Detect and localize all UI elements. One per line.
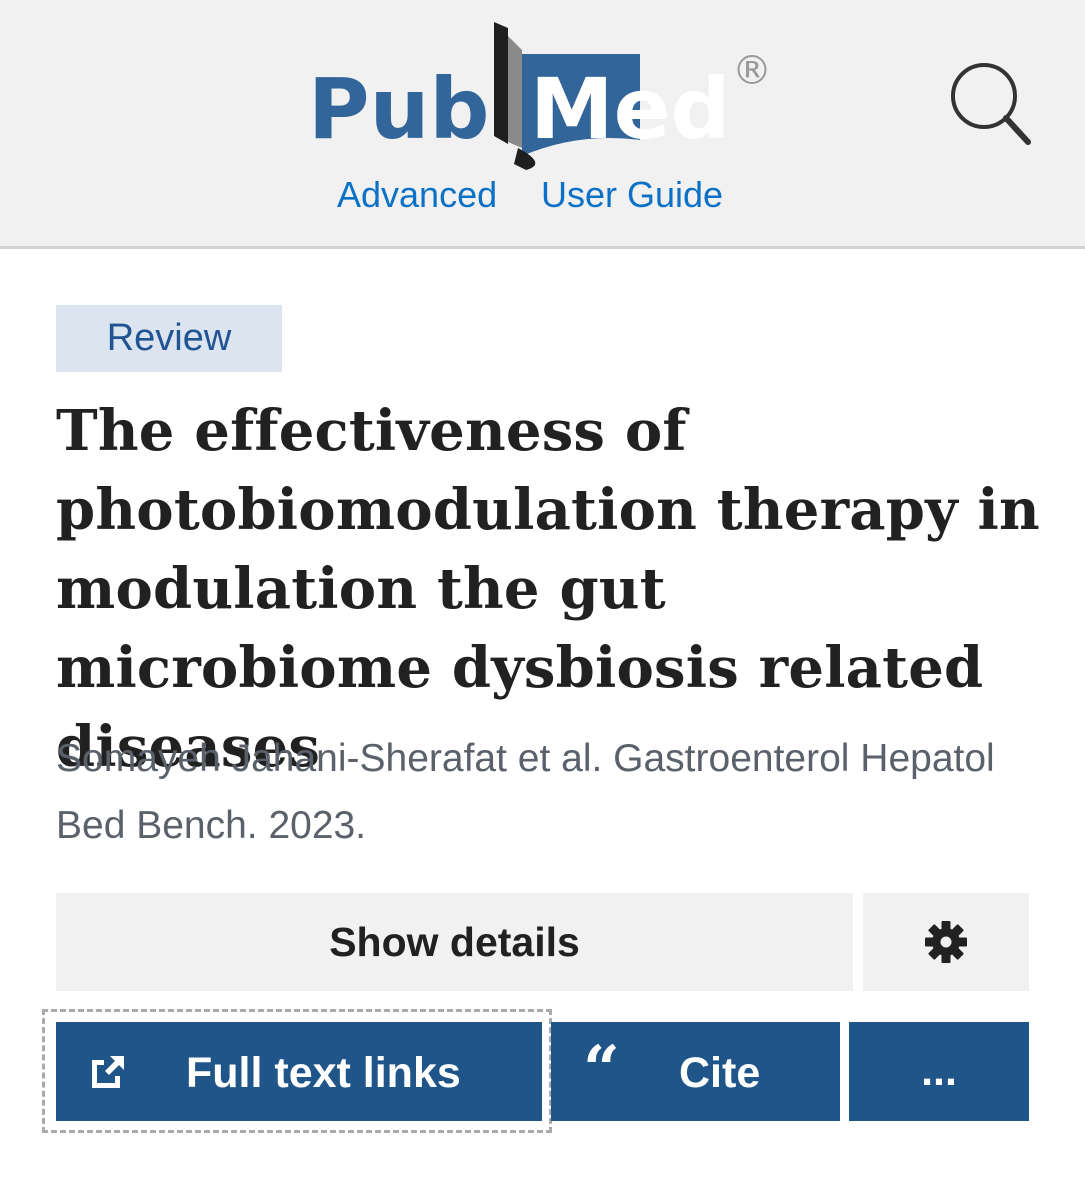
logo-text-med: Med — [530, 60, 731, 158]
cite-button[interactable]: “ Cite — [551, 1022, 840, 1121]
advanced-search-link[interactable]: Advanced — [337, 174, 497, 216]
show-details-button[interactable]: Show details — [56, 893, 853, 991]
registered-mark: ® — [732, 48, 772, 94]
full-text-links-button[interactable]: Full text links — [56, 1022, 542, 1121]
user-guide-link[interactable]: User Guide — [541, 174, 723, 216]
gear-icon — [925, 921, 967, 963]
search-button[interactable] — [944, 58, 1036, 150]
site-header: Pub Med ® Advanced User Guide — [0, 0, 1085, 249]
full-text-links-label: Full text links — [186, 1049, 461, 1097]
search-icon — [951, 63, 1031, 145]
quote-icon: “ — [583, 1032, 620, 1107]
more-actions-button[interactable]: ... — [849, 1022, 1029, 1121]
publication-type-badge: Review — [56, 305, 282, 372]
cite-label: Cite — [679, 1049, 761, 1097]
article-citation: Somayeh Jahani-Sherafat et al. Gastroent… — [56, 737, 995, 847]
logo-text-pub: Pub — [308, 60, 490, 158]
external-link-icon — [92, 1056, 124, 1088]
pubmed-logo[interactable]: Pub Med ® — [308, 14, 778, 174]
display-options-button[interactable] — [863, 893, 1029, 991]
more-icon: ... — [921, 1047, 957, 1095]
